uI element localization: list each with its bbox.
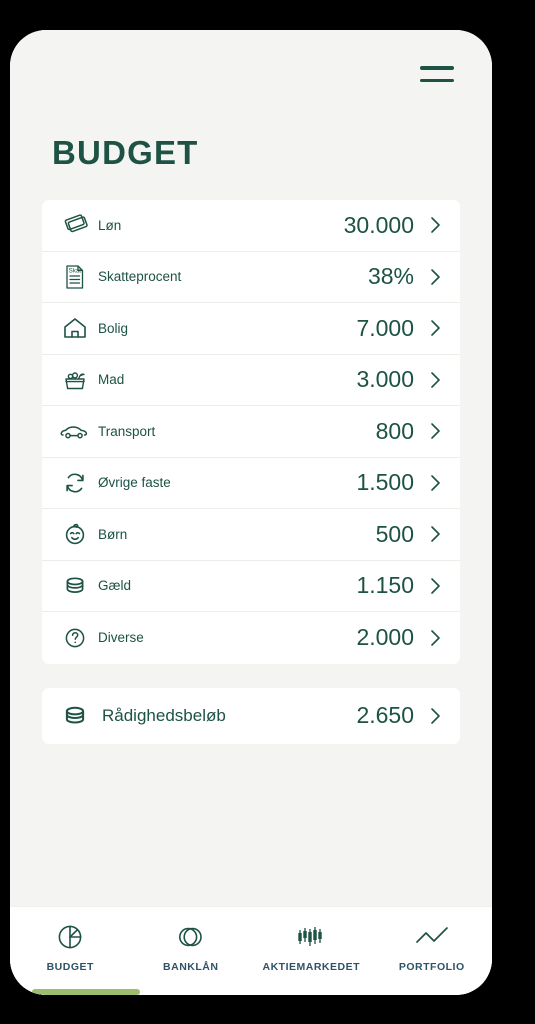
budget-row-value: 2.000: [356, 624, 414, 651]
pie-chart-icon: [55, 920, 85, 954]
budget-row-bolig[interactable]: Bolig 7.000: [42, 303, 460, 355]
budget-row-label: Gæld: [98, 578, 132, 594]
summary-row-value: 2.650: [356, 702, 414, 728]
active-tab-indicator: [32, 989, 140, 995]
budget-row-value: 500: [375, 520, 414, 547]
tax-document-icon: Skat: [56, 258, 94, 296]
budget-row-label: Skatteprocent: [98, 269, 182, 285]
chevron-right-icon[interactable]: [430, 267, 442, 287]
budget-row-ovrige-faste[interactable]: Øvrige faste 1.500: [42, 458, 460, 509]
nav-label: PORTFOLIO: [398, 961, 465, 973]
coins-stack-icon: [56, 697, 94, 735]
budget-row-mad[interactable]: Mad 3.000: [42, 355, 460, 406]
page-title: BUDGET: [52, 134, 199, 171]
house-icon: [56, 309, 94, 347]
budget-row-gaeld[interactable]: Gæld 1.150: [42, 561, 460, 612]
budget-row-value: 7.000: [356, 314, 414, 341]
chevron-right-icon[interactable]: [430, 576, 442, 596]
nav-item-portfolio[interactable]: PORTFOLIO: [372, 907, 493, 973]
hamburger-bar-1: [420, 66, 454, 70]
chevron-right-icon[interactable]: [430, 215, 442, 235]
budget-row-label: Mad: [98, 372, 125, 388]
disposable-amount-card: Rådighedsbeløb 2.650: [42, 687, 460, 744]
nav-item-budget[interactable]: BUDGET: [10, 907, 131, 973]
chevron-right-icon[interactable]: [430, 628, 442, 648]
phone-frame: BUDGET Løn 30.000 Skat Skatteprocent 38%…: [10, 30, 492, 995]
child-face-icon: [56, 515, 94, 553]
question-mark-icon: [56, 619, 94, 657]
budget-row-label: Transport: [98, 423, 156, 439]
banknotes-icon: [56, 206, 94, 244]
grocery-basket-icon: [56, 361, 94, 399]
summary-row-radighedsbelob[interactable]: Rådighedsbeløb 2.650: [42, 688, 460, 744]
budget-row-transport[interactable]: Transport 800: [42, 406, 460, 458]
bottom-navigation-bar: BUDGET BANKLÅN AKTIEMARKEDET PORTFOLIO: [10, 906, 492, 995]
summary-row-label: Rådighedsbeløb: [102, 705, 226, 725]
budget-row-diverse[interactable]: Diverse 2.000: [42, 612, 460, 664]
chevron-right-icon[interactable]: [430, 370, 442, 390]
hamburger-bar-2: [420, 78, 454, 82]
nav-item-aktiemarkedet[interactable]: AKTIEMARKEDET: [251, 907, 372, 973]
tax-icon-text: Skat: [69, 267, 82, 274]
chevron-right-icon[interactable]: [430, 421, 442, 441]
chevron-right-icon[interactable]: [430, 473, 442, 493]
budget-row-value: 800: [375, 417, 414, 444]
budget-row-value: 1.500: [356, 469, 414, 496]
budget-list-card: Løn 30.000 Skat Skatteprocent 38% Bolig …: [42, 200, 460, 664]
nav-label: BANKLÅN: [163, 961, 219, 973]
hamburger-menu-icon[interactable]: [420, 66, 454, 84]
app-screen: BUDGET Løn 30.000 Skat Skatteprocent 38%…: [10, 30, 492, 995]
budget-row-label: Bolig: [98, 320, 129, 336]
budget-row-label: Løn: [98, 217, 122, 233]
budget-row-value: 1.150: [356, 572, 414, 599]
budget-row-label: Børn: [98, 526, 128, 542]
chevron-right-icon[interactable]: [430, 524, 442, 544]
budget-row-label: Øvrige faste: [98, 475, 171, 491]
chevron-right-icon[interactable]: [430, 706, 442, 726]
coins-stack-icon: [56, 567, 94, 605]
chevron-right-icon[interactable]: [430, 318, 442, 338]
budget-row-value: 30.000: [343, 211, 414, 238]
budget-row-boern[interactable]: Børn 500: [42, 509, 460, 561]
top-bar: [10, 30, 492, 100]
line-chart-icon: [414, 920, 450, 954]
budget-row-value: 38%: [367, 263, 414, 290]
candlestick-icon: [294, 920, 328, 954]
two-circles-icon: [176, 920, 206, 954]
recurring-icon: [56, 464, 94, 502]
content-area: Løn 30.000 Skat Skatteprocent 38% Bolig …: [10, 172, 492, 906]
nav-item-banklan[interactable]: BANKLÅN: [131, 907, 252, 973]
budget-row-loen[interactable]: Løn 30.000: [42, 200, 460, 252]
nav-label: BUDGET: [46, 961, 94, 973]
budget-row-value: 3.000: [356, 366, 414, 393]
nav-label: AKTIEMARKEDET: [262, 961, 360, 973]
budget-row-skatteprocent[interactable]: Skat Skatteprocent 38%: [42, 252, 460, 303]
car-icon: [56, 412, 94, 450]
budget-row-label: Diverse: [98, 630, 144, 646]
